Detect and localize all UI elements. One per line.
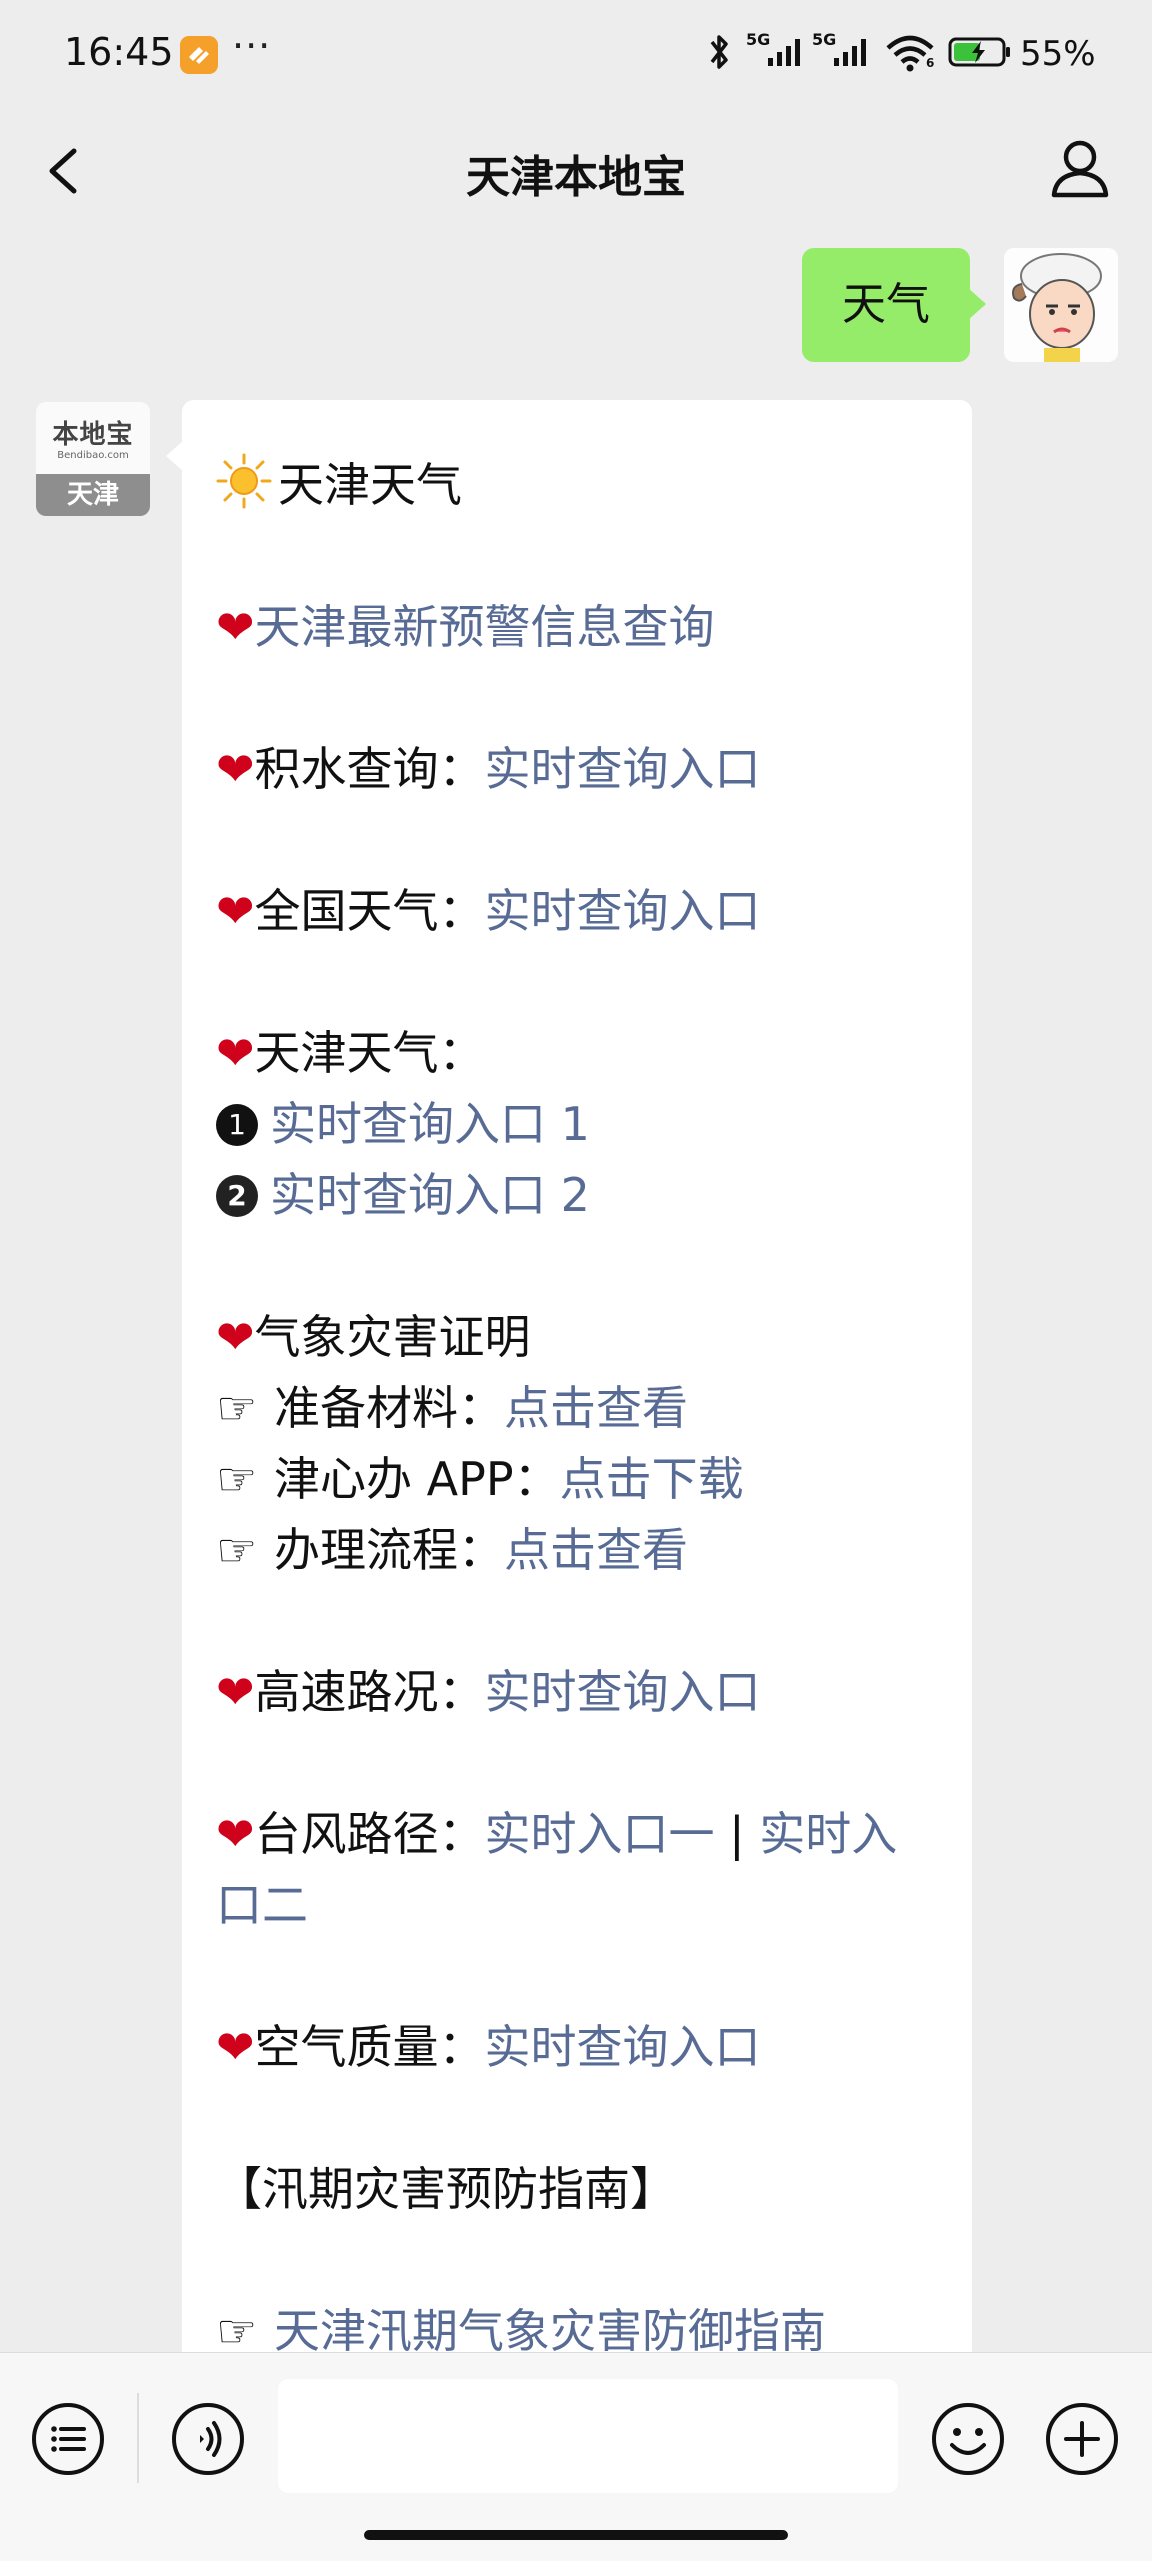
materials-link[interactable]: 点击查看 — [504, 1381, 688, 1435]
water-query-link[interactable]: 实时查询入口 — [485, 742, 761, 796]
weather-title: 天津天气 — [278, 458, 462, 512]
battery-percent: 55% — [1020, 34, 1096, 74]
signal-icon — [768, 39, 800, 66]
materials-label: 准备材料： — [274, 1381, 504, 1435]
air-quality-link[interactable]: 实时查询入口 — [485, 2020, 761, 2074]
tianjin-weather-label: 天津天气： — [254, 1026, 485, 1080]
heart-icon: ❤ — [216, 1026, 255, 1080]
number-1-badge: 1 — [216, 1104, 258, 1146]
highway-link[interactable]: 实时查询入口 — [485, 1665, 761, 1719]
number-2-badge: 2 — [216, 1175, 258, 1217]
pointing-hand-icon: ☞ — [216, 1452, 258, 1506]
warning-link[interactable]: 天津最新预警信息查询 — [255, 600, 715, 654]
heart-icon: ❤ — [216, 1807, 255, 1861]
app-label: 津心办 APP： — [274, 1452, 560, 1506]
heart-icon: ❤ — [216, 742, 255, 796]
logo-text: 本地宝 — [52, 420, 134, 450]
status-bar: 16:45 ··· 5G 5G 6 55% — [0, 0, 1152, 105]
divider — [137, 2393, 139, 2483]
status-indicators: 5G 5G 6 55% — [704, 28, 1104, 78]
wifi-label: 6 — [926, 56, 935, 70]
voice-button[interactable] — [170, 2401, 246, 2477]
heart-icon: ❤ — [216, 1310, 255, 1364]
person-icon — [1051, 140, 1109, 198]
menu-button[interactable] — [30, 2401, 106, 2477]
flood-guide-link[interactable]: 天津汛期气象灾害防御指南 — [274, 2304, 826, 2352]
entry-1-link[interactable]: 实时查询入口 1 — [270, 1097, 590, 1151]
sun-icon — [216, 453, 272, 509]
air-label: 空气质量： — [254, 2020, 485, 2074]
process-label: 办理流程： — [274, 1523, 504, 1577]
entry-2-link[interactable]: 实时查询入口 2 — [270, 1168, 590, 1222]
typhoon-separator: | — [714, 1807, 760, 1861]
heart-icon: ❤ — [216, 2020, 255, 2074]
message-input[interactable] — [278, 2379, 898, 2493]
water-label: 积水查询： — [254, 742, 485, 796]
plus-button[interactable] — [1044, 2401, 1120, 2477]
logo-domain: Bendibao.com — [57, 450, 129, 461]
pointing-hand-icon: ☞ — [216, 2304, 258, 2352]
pointing-hand-icon: ☞ — [216, 1523, 258, 1577]
plus-icon — [1046, 2403, 1118, 2475]
typhoon-link-1[interactable]: 实时入口一 — [485, 1807, 715, 1861]
chat-title: 天津本地宝 — [466, 152, 686, 203]
orange-app-icon — [180, 36, 218, 74]
weather-title-line: 天津天气 — [216, 450, 940, 521]
user-message-bubble[interactable]: 天气 — [802, 248, 986, 362]
voice-icon — [172, 2403, 244, 2475]
bluetooth-icon — [710, 35, 728, 69]
app-download-link[interactable]: 点击下载 — [560, 1452, 744, 1506]
battery-icon — [948, 37, 1010, 67]
logo-city: 天津 — [36, 474, 150, 516]
disaster-title: 气象灾害证明 — [254, 1310, 531, 1364]
heart-icon: ❤ — [216, 884, 255, 938]
heart-icon: ❤ — [216, 1665, 255, 1719]
signal-icon-2 — [834, 39, 866, 66]
highway-label: 高速路况： — [254, 1665, 485, 1719]
menu-list-icon — [32, 2403, 104, 2475]
emoji-icon — [932, 2403, 1004, 2475]
sheep-avatar-image — [1004, 248, 1118, 362]
heart-icon: ❤ — [216, 600, 255, 654]
process-link[interactable]: 点击查看 — [504, 1523, 688, 1577]
profile-button[interactable] — [1048, 133, 1112, 203]
emoji-button[interactable] — [930, 2401, 1006, 2477]
national-weather-link[interactable]: 实时查询入口 — [485, 884, 761, 938]
user-avatar[interactable] — [1004, 248, 1118, 362]
status-time: 16:45 — [64, 30, 174, 74]
message-list[interactable]: 天气 本地宝 Bendibao.com 天津 天津天气 ❤天津最新预警信息查询 … — [0, 235, 1152, 2352]
bot-message-bubble: 天津天气 ❤天津最新预警信息查询 ❤积水查询：实时查询入口 ❤全国天气：实时查询… — [166, 400, 972, 2352]
flood-header: 【汛期灾害预防指南】 — [216, 2162, 676, 2216]
pointing-hand-icon: ☞ — [216, 1381, 258, 1435]
more-notifications-icon: ··· — [232, 24, 272, 68]
nav-bar: 天津本地宝 — [0, 105, 1152, 235]
home-indicator[interactable] — [364, 2530, 788, 2540]
bot-avatar[interactable]: 本地宝 Bendibao.com 天津 — [36, 402, 150, 516]
national-label: 全国天气： — [254, 884, 485, 938]
typhoon-label: 台风路径： — [254, 1807, 485, 1861]
